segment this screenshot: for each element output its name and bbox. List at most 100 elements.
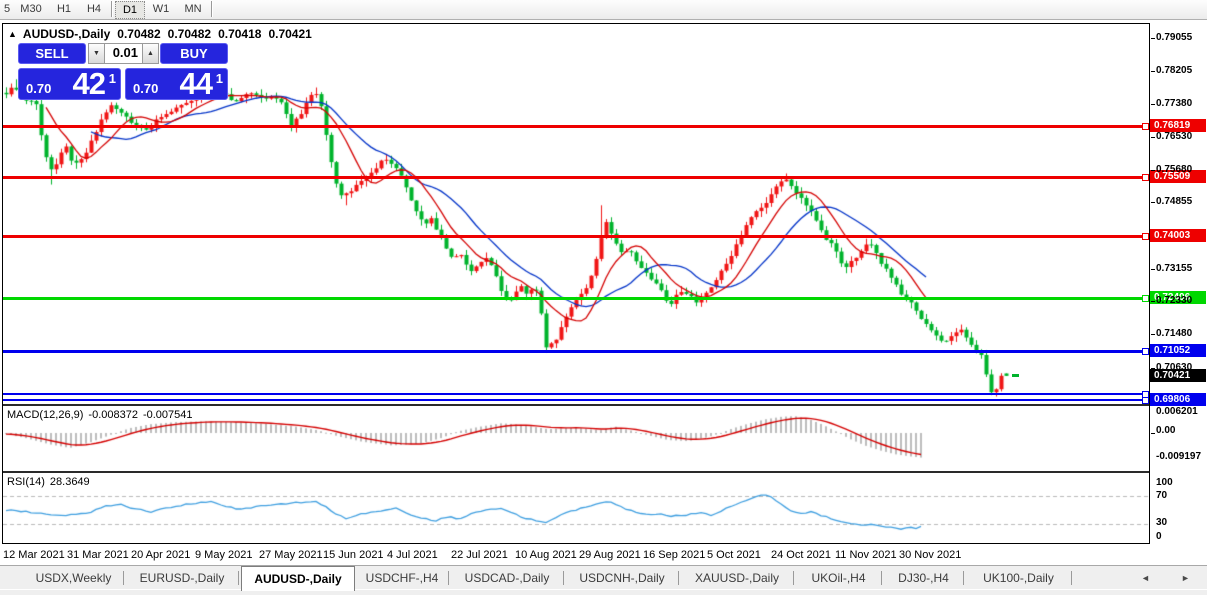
date-label: 20 Apr 2021 (131, 549, 190, 561)
volume-input[interactable]: 0.01 (105, 43, 142, 64)
axis-tick-label: 0.75680 (1156, 164, 1192, 175)
date-label: 22 Jul 2021 (451, 549, 508, 561)
tab-usdchf-h4[interactable]: USDCHF-,H4 (356, 568, 448, 589)
macd-name: MACD(12,26,9) (7, 409, 83, 421)
rsi-axis-70: 70 (1156, 490, 1167, 501)
date-label: 9 May 2021 (195, 549, 252, 561)
macd-axis-zero: 0.00 (1156, 425, 1175, 436)
buy-button[interactable]: BUY (160, 43, 228, 64)
rsi-axis-100: 100 (1156, 477, 1173, 488)
symbol-arrow-icon[interactable]: ▲ (8, 29, 17, 39)
axis-tick-label: 0.74855 (1156, 196, 1192, 207)
hline-support-blue-2a[interactable] (3, 393, 1149, 395)
axis-tick-label: 0.72330 (1156, 295, 1192, 306)
tab-dj30-h4[interactable]: DJ30-,H4 (884, 568, 963, 589)
timeframe-button-mn[interactable]: MN (179, 1, 207, 17)
rsi-axis-30: 30 (1156, 517, 1167, 528)
tabs-scroll-right-icon[interactable]: ► (1181, 573, 1190, 583)
ohlc-close: 0.70421 (268, 27, 311, 41)
axis-tickmark (1151, 202, 1155, 203)
tab-audusd-daily[interactable]: AUDUSD-,Daily (241, 566, 355, 591)
tab-separator (1071, 571, 1072, 585)
price-badge-resistance-3: 0.74003 (1150, 229, 1206, 242)
axis-tickmark (1151, 104, 1155, 105)
macd-axis-max: 0.006201 (1156, 406, 1198, 417)
chart-symbol-label: AUDUSD-,Daily (23, 27, 110, 41)
macd-axis-min: -0.009197 (1156, 451, 1201, 462)
hline-resistance-2[interactable] (3, 176, 1149, 179)
hline-endsquare-resistance-2 (1142, 174, 1149, 181)
tab-eurusd-daily[interactable]: EURUSD-,Daily (126, 568, 238, 589)
tabs-scroll-left-icon[interactable]: ◄ (1141, 573, 1150, 583)
macd-label: MACD(12,26,9)-0.008372-0.007541 (7, 409, 193, 421)
buy-price-pip: 1 (216, 71, 223, 86)
timeframe-button-5[interactable]: 5 (1, 1, 13, 17)
one-click-trading-panel: SELL ▼ 0.01 ▲ BUY 0.70 42 1 0.70 44 1 (18, 43, 228, 100)
rsi-axis-0: 0 (1156, 531, 1162, 542)
axis-tick-label: 0.77380 (1156, 98, 1192, 109)
hline-endsquare-support-blue-1 (1142, 348, 1149, 355)
date-label: 5 Oct 2021 (707, 549, 761, 561)
date-label: 27 May 2021 (259, 549, 323, 561)
hline-resistance-3[interactable] (3, 235, 1149, 238)
volume-down-button[interactable]: ▼ (88, 43, 105, 64)
axis-tickmark (1151, 38, 1155, 39)
date-label: 12 Mar 2021 (3, 549, 65, 561)
hline-support-green[interactable] (3, 297, 1149, 300)
hline-support-blue-1[interactable] (3, 350, 1149, 353)
axis-tick-label: 0.78205 (1156, 65, 1192, 76)
timeframe-button-d1[interactable]: D1 (115, 1, 145, 19)
rsi-value: 28.3649 (50, 476, 90, 488)
tab-separator (793, 571, 794, 585)
tab-ukoil-h4[interactable]: UKOil-,H4 (796, 568, 881, 589)
timeframe-button-h4[interactable]: H4 (81, 1, 107, 17)
date-label: 31 Mar 2021 (67, 549, 129, 561)
axis-tickmark (1151, 137, 1155, 138)
sell-price-prefix: 0.70 (26, 81, 51, 96)
tab-separator (123, 571, 124, 585)
pane-divider-rsi[interactable] (3, 471, 1149, 473)
toolbar-separator (211, 1, 213, 17)
mt4-window: 5M30H1H4 D1W1MN ▲ AUDUSD-,Daily 0.70482 0.70… (0, 0, 1207, 595)
buy-price-prefix: 0.70 (133, 81, 158, 96)
timeframe-button-h1[interactable]: H1 (51, 1, 77, 17)
sell-price-button[interactable]: 0.70 42 1 (18, 68, 121, 100)
tab-usdcnh-daily[interactable]: USDCNH-,Daily (566, 568, 678, 589)
tab-separator (238, 571, 239, 585)
volume-up-button[interactable]: ▲ (142, 43, 159, 64)
price-badge-support-blue-2b: 0.69806 (1150, 393, 1206, 406)
axis-tick-label: 0.73155 (1156, 263, 1192, 274)
current-price-badge: 0.70421 (1150, 369, 1206, 382)
tab-xauusd-daily[interactable]: XAUUSD-,Daily (681, 568, 793, 589)
timeframe-button-m30[interactable]: M30 (15, 1, 47, 17)
tab-usdx-weekly[interactable]: USDX,Weekly (24, 568, 123, 589)
buy-price-button[interactable]: 0.70 44 1 (125, 68, 228, 100)
axis-tick-label: 0.76530 (1156, 131, 1192, 142)
tab-uk100-daily[interactable]: UK100-,Daily (966, 568, 1071, 589)
axis-tickmark (1151, 269, 1155, 270)
date-label: 29 Aug 2021 (579, 549, 641, 561)
axis-tick-label: 0.79055 (1156, 32, 1192, 43)
hline-endsquare-resistance-1 (1142, 123, 1149, 130)
hline-support-blue-2b[interactable] (3, 399, 1149, 401)
ohlc-open: 0.70482 (117, 27, 160, 41)
tab-separator (563, 571, 564, 585)
timeframe-toolbar: 5M30H1H4 D1W1MN (0, 0, 1207, 20)
hline-resistance-1[interactable] (3, 125, 1149, 128)
tab-separator (448, 571, 449, 585)
sell-price-pip: 1 (109, 71, 116, 86)
timeframe-button-w1[interactable]: W1 (147, 1, 175, 17)
toolbar-separator (111, 1, 113, 17)
axis-tickmark (1151, 301, 1155, 302)
bottom-strip (0, 589, 1207, 595)
chart-frame (2, 23, 1150, 544)
axis-tick-label: 0.71480 (1156, 328, 1192, 339)
sell-button[interactable]: SELL (18, 43, 86, 64)
hline-endsquare-support-blue-2b (1142, 397, 1149, 404)
tab-separator (963, 571, 964, 585)
macd-zero-tickmark (1151, 433, 1155, 434)
pane-divider-macd[interactable] (3, 404, 1149, 406)
chart-title: ▲AUDUSD-,Daily0.704820.704820.704180.704… (8, 27, 312, 41)
date-label: 10 Aug 2021 (515, 549, 577, 561)
tab-usdcad-daily[interactable]: USDCAD-,Daily (451, 568, 563, 589)
